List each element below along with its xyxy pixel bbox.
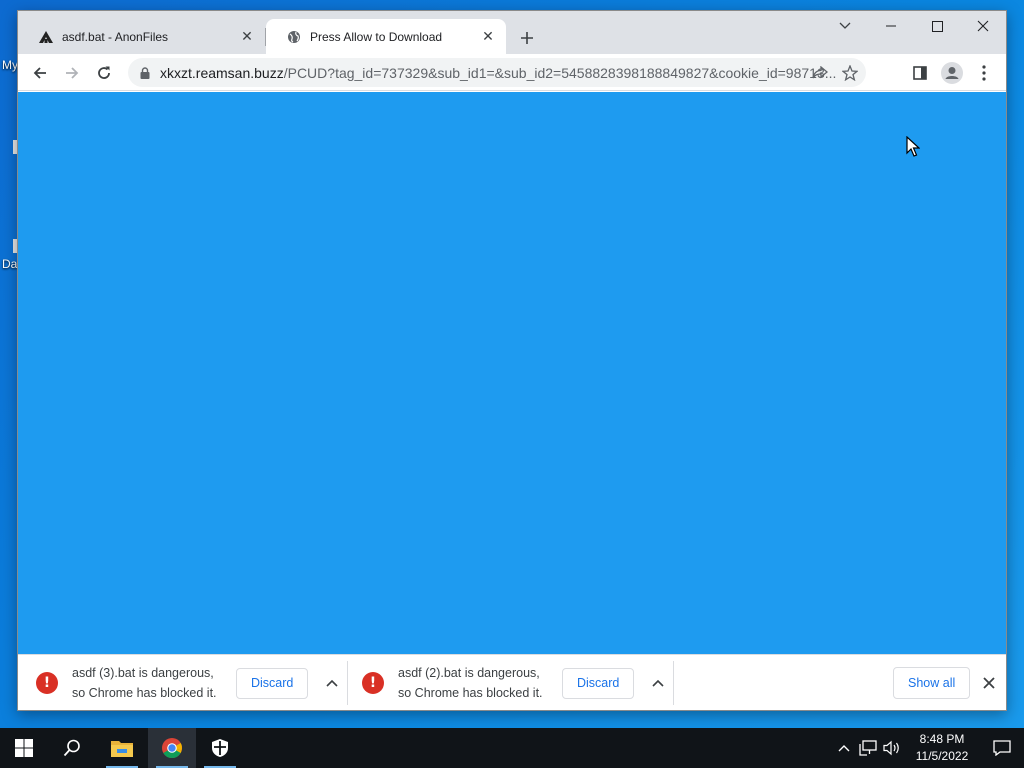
clock-date: 11/5/2022 bbox=[915, 749, 969, 763]
arrow-right-icon bbox=[66, 67, 79, 79]
menu-button[interactable] bbox=[970, 59, 998, 87]
lock-icon bbox=[138, 66, 152, 80]
tab-press-allow[interactable]: Press Allow to Download ✕ bbox=[266, 19, 506, 54]
star-icon bbox=[842, 64, 858, 81]
close-icon bbox=[977, 20, 989, 32]
system-tray: 8:48 PM 11/5/2022 bbox=[832, 728, 1024, 768]
start-button[interactable] bbox=[0, 728, 48, 768]
page-content[interactable] bbox=[18, 92, 1006, 654]
close-tab-icon[interactable]: ✕ bbox=[480, 28, 496, 45]
search-button[interactable] bbox=[48, 728, 96, 768]
download-item[interactable]: ! asdf (2).bat is dangerous, so Chrome h… bbox=[362, 655, 670, 711]
download-status-line2: so Chrome has blocked it. bbox=[72, 686, 217, 700]
tab-title: Press Allow to Download bbox=[310, 29, 443, 44]
plus-icon bbox=[521, 32, 533, 44]
chrome-button[interactable] bbox=[148, 728, 196, 768]
mouse-cursor-icon bbox=[906, 135, 921, 163]
windows-security-button[interactable] bbox=[196, 728, 244, 768]
divider bbox=[347, 661, 348, 705]
share-button[interactable] bbox=[806, 58, 834, 87]
discard-button[interactable]: Discard bbox=[562, 667, 635, 699]
network-icon bbox=[859, 740, 877, 756]
chevron-up-icon bbox=[326, 679, 338, 687]
clock[interactable]: 8:48 PM 11/5/2022 bbox=[910, 731, 974, 765]
divider bbox=[673, 661, 674, 705]
address-bar[interactable]: xkxzt.reamsan.buzz/PCUD?tag_id=737329&su… bbox=[128, 58, 866, 87]
start-icon bbox=[15, 739, 33, 757]
network-button[interactable] bbox=[856, 728, 880, 768]
close-window-button[interactable] bbox=[960, 11, 1006, 41]
new-tab-button[interactable] bbox=[516, 27, 538, 49]
minimize-icon bbox=[886, 25, 896, 27]
anonfiles-icon bbox=[38, 29, 54, 45]
tab-anonfiles[interactable]: asdf.bat - AnonFiles ✕ bbox=[18, 19, 265, 54]
warning-icon: ! bbox=[362, 672, 384, 694]
search-icon bbox=[63, 739, 80, 757]
volume-button[interactable] bbox=[880, 728, 904, 768]
reload-icon bbox=[98, 66, 110, 79]
side-panel-icon bbox=[913, 66, 927, 80]
close-tab-icon[interactable]: ✕ bbox=[239, 28, 255, 45]
url-path: /PCUD?tag_id=737329&sub_id1=&sub_id2=545… bbox=[283, 64, 837, 81]
file-explorer-icon bbox=[111, 741, 133, 757]
chevron-down-icon bbox=[839, 22, 851, 29]
side-panel-button[interactable] bbox=[906, 59, 934, 87]
download-status-line1: asdf (3).bat is dangerous, bbox=[72, 666, 214, 680]
reload-button[interactable] bbox=[90, 59, 118, 87]
download-status: asdf (3).bat is dangerous, so Chrome has… bbox=[72, 663, 228, 703]
show-all-button[interactable]: Show all bbox=[893, 667, 971, 699]
chevron-up-icon bbox=[838, 745, 850, 752]
tab-title: asdf.bat - AnonFiles bbox=[62, 29, 169, 44]
download-shelf: ! asdf (3).bat is dangerous, so Chrome h… bbox=[18, 654, 1006, 710]
discard-button[interactable]: Discard bbox=[236, 667, 309, 699]
maximize-icon bbox=[931, 20, 943, 32]
tab-strip: asdf.bat - AnonFiles ✕ Press Allow to Do… bbox=[18, 11, 1006, 54]
back-button[interactable] bbox=[26, 59, 54, 87]
download-item[interactable]: ! asdf (3).bat is dangerous, so Chrome h… bbox=[36, 655, 344, 711]
download-status: asdf (2).bat is dangerous, so Chrome has… bbox=[398, 663, 554, 703]
clock-time: 8:48 PM bbox=[919, 732, 965, 746]
share-icon bbox=[812, 65, 828, 78]
forward-button[interactable] bbox=[58, 59, 86, 87]
bookmark-button[interactable] bbox=[836, 58, 864, 87]
show-hidden-icons-button[interactable] bbox=[832, 728, 856, 768]
action-center-button[interactable] bbox=[980, 728, 1024, 768]
chrome-window: asdf.bat - AnonFiles ✕ Press Allow to Do… bbox=[17, 10, 1007, 711]
globe-icon bbox=[286, 29, 302, 45]
tab-search-button[interactable] bbox=[822, 11, 868, 41]
maximize-button[interactable] bbox=[914, 11, 960, 41]
browser-toolbar: xkxzt.reamsan.buzz/PCUD?tag_id=737329&su… bbox=[18, 54, 1006, 91]
avatar-icon bbox=[941, 62, 963, 84]
download-options-button[interactable] bbox=[646, 671, 670, 695]
close-shelf-button[interactable] bbox=[978, 672, 1000, 694]
download-status-line2: so Chrome has blocked it. bbox=[398, 686, 543, 700]
more-vert-icon bbox=[982, 65, 986, 81]
download-options-button[interactable] bbox=[320, 671, 344, 695]
arrow-left-icon bbox=[33, 67, 46, 79]
volume-icon bbox=[883, 740, 899, 756]
desktop-icon-label[interactable]: My bbox=[2, 58, 18, 72]
chevron-up-icon bbox=[652, 679, 664, 687]
minimize-button[interactable] bbox=[868, 11, 914, 41]
url-host: xkxzt.reamsan.buzz bbox=[160, 64, 284, 81]
profile-button[interactable] bbox=[938, 59, 966, 87]
download-status-line1: asdf (2).bat is dangerous, bbox=[398, 666, 540, 680]
taskbar: 8:48 PM 11/5/2022 bbox=[0, 728, 1024, 768]
close-icon bbox=[983, 677, 995, 689]
warning-icon: ! bbox=[36, 672, 58, 694]
chrome-icon bbox=[162, 738, 182, 759]
windows-security-icon bbox=[212, 739, 228, 757]
desktop-icon-label[interactable]: Da bbox=[2, 257, 17, 271]
notification-icon bbox=[993, 740, 1011, 756]
file-explorer-button[interactable] bbox=[98, 728, 146, 768]
